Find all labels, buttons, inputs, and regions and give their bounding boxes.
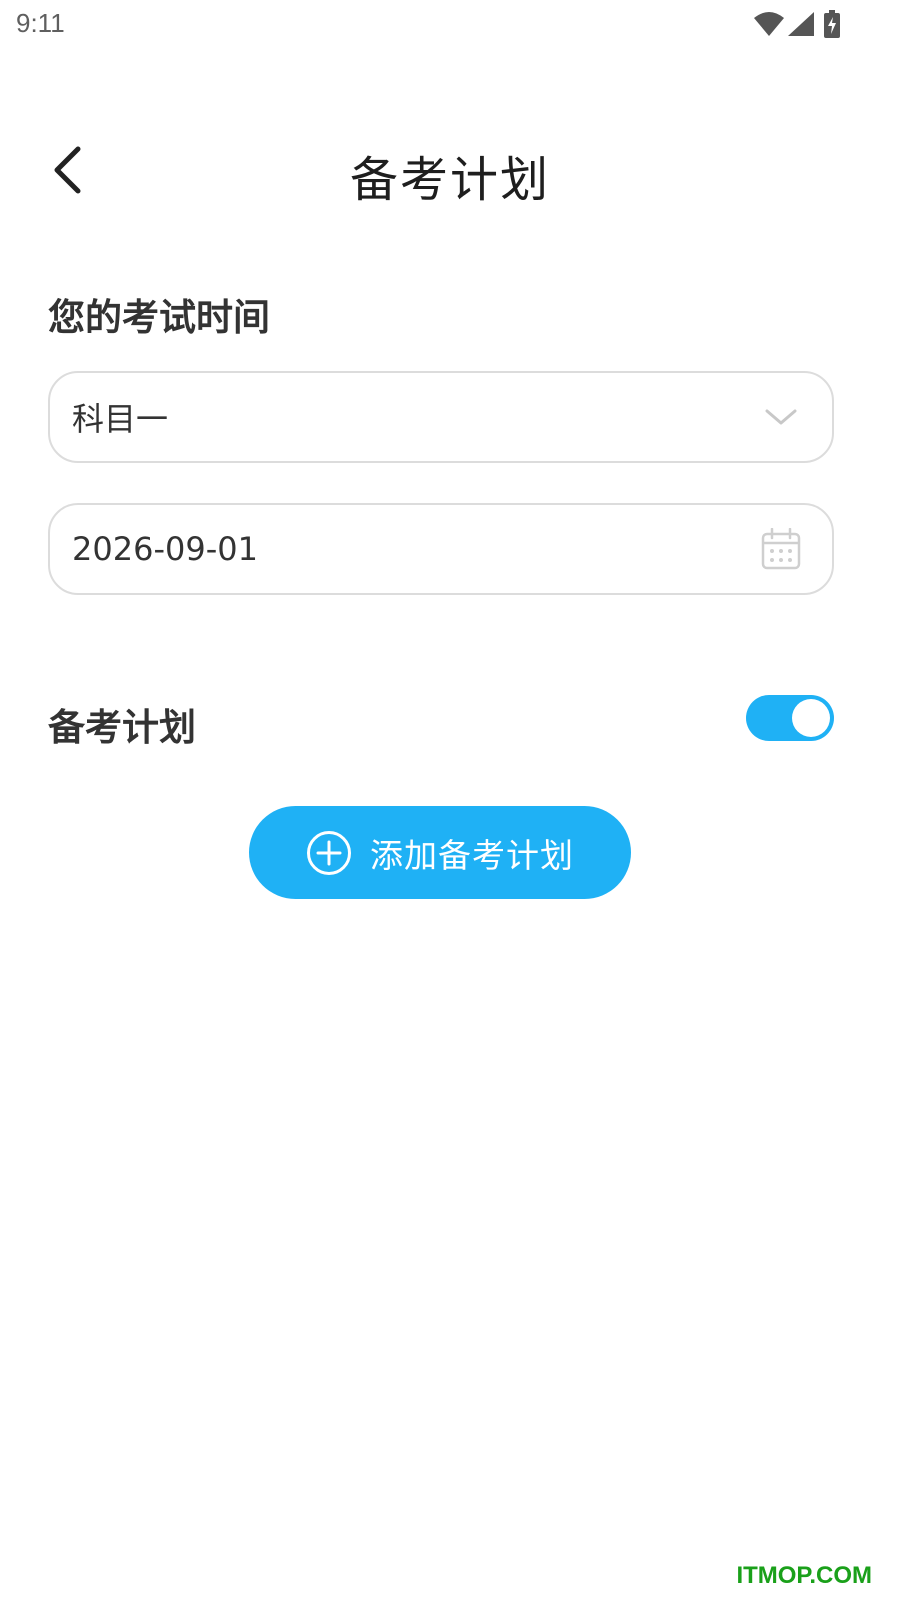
status-time: 9:11 <box>16 8 65 38</box>
subject-select[interactable]: 科目一 <box>48 371 834 463</box>
study-plan-toggle[interactable] <box>746 695 834 741</box>
calendar-icon <box>760 528 802 570</box>
chevron-down-icon <box>760 396 802 438</box>
battery-charging-icon <box>824 10 840 38</box>
study-plan-section-title: 备考计划 <box>48 706 196 749</box>
signal-icon <box>788 12 814 36</box>
page-title: 备考计划 <box>349 152 550 208</box>
subject-select-value: 科目一 <box>72 400 169 438</box>
exam-date-value: 2026-09-01 <box>72 530 258 568</box>
watermark: ITMOP.COM <box>736 1562 872 1589</box>
wifi-icon <box>754 12 784 36</box>
exam-time-section-title: 您的考试时间 <box>48 296 270 339</box>
add-study-plan-button[interactable]: 添加备考计划 <box>249 806 631 899</box>
exam-date-field[interactable]: 2026-09-01 <box>48 503 834 595</box>
app-screen: 9:11 备考计划 您的考试时间 科目一 2026-09-01 备考计划 添加备… <box>0 0 900 1600</box>
status-icons <box>754 8 840 40</box>
toggle-knob <box>792 699 830 737</box>
plus-circle-icon <box>306 830 352 876</box>
add-study-plan-label: 添加备考计划 <box>370 835 574 875</box>
